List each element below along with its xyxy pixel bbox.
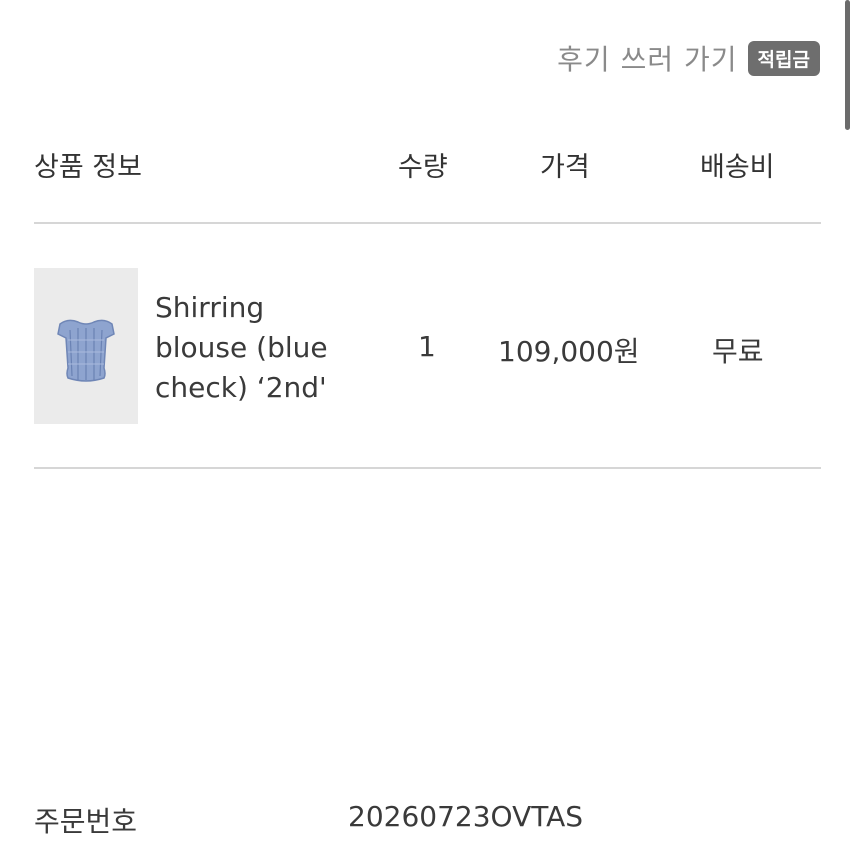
product-quantity: 1 [418, 330, 436, 363]
table-header: 상품 정보 수량 가격 배송비 [34, 145, 821, 190]
order-number-label: 주문번호 [34, 805, 138, 838]
header-product-info: 상품 정보 [34, 152, 142, 183]
divider-top [34, 222, 821, 224]
product-name[interactable]: Shirring blouse (blue check) ‘2nd' [155, 288, 365, 408]
review-row: 후기 쓰러 가기 적립금 [557, 38, 820, 78]
order-number-value: 20260723OVTAS [348, 800, 584, 833]
header-shipping: 배송비 [700, 152, 775, 183]
product-thumbnail[interactable] [34, 268, 138, 424]
points-badge: 적립금 [747, 40, 820, 76]
product-shipping: 무료 [712, 335, 764, 368]
product-price: 109,000원 [498, 335, 640, 368]
scrollbar[interactable] [845, 0, 850, 130]
divider-bottom [34, 467, 821, 469]
write-review-link[interactable]: 후기 쓰러 가기 [557, 38, 737, 78]
blouse-image-icon [34, 268, 138, 424]
header-price: 가격 [540, 152, 590, 183]
header-quantity: 수량 [398, 152, 448, 183]
